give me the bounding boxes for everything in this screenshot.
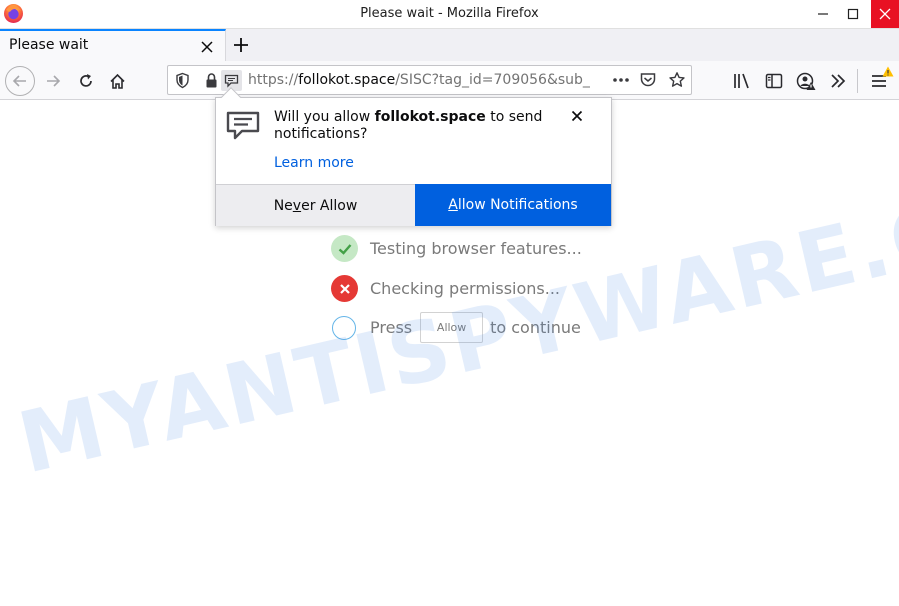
allow-label-post: llow Notifications <box>457 197 578 213</box>
shield-icon[interactable] <box>174 72 191 89</box>
notification-permission-popup: Will you allow follokot.space to send no… <box>215 87 612 226</box>
maximize-icon <box>847 8 859 20</box>
never-allow-button[interactable]: Ne v er Allow <box>216 184 415 226</box>
toolbar-divider <box>857 69 858 93</box>
reload-button[interactable] <box>71 66 101 96</box>
pocket-icon[interactable] <box>639 71 657 89</box>
library-icon[interactable] <box>732 71 752 91</box>
forward-button[interactable] <box>38 66 68 96</box>
check-row-permissions: Checking permissions... <box>331 275 560 302</box>
account-warning-icon[interactable] <box>796 71 816 91</box>
navigation-toolbar: https://follokot.space/SISC?tag_id=70905… <box>0 61 899 100</box>
never-allow-label-pre: Ne <box>273 197 293 214</box>
never-allow-accesskey: v <box>292 197 302 214</box>
success-status <box>331 235 358 262</box>
close-window-button[interactable] <box>871 0 899 28</box>
lock-icon[interactable] <box>203 72 220 89</box>
tab-close-icon[interactable] <box>199 39 215 55</box>
checkmark-icon <box>338 243 351 255</box>
url-text[interactable]: https://follokot.space/SISC?tag_id=70905… <box>248 72 603 88</box>
sidebar-icon[interactable] <box>764 71 784 91</box>
home-button[interactable] <box>102 66 132 96</box>
pending-status <box>332 315 356 340</box>
check-row-press-allow: Press Allow to continue <box>331 312 581 343</box>
back-button[interactable] <box>5 66 35 96</box>
learn-more-link[interactable]: Learn more <box>274 155 354 171</box>
ellipsis-icon[interactable] <box>611 70 631 90</box>
popup-message: Will you allow follokot.space to send no… <box>274 109 564 143</box>
press-text: Press <box>370 318 413 337</box>
speech-bubble-icon <box>226 111 260 140</box>
close-icon <box>879 8 891 20</box>
window-title: Please wait - Mozilla Firefox <box>360 6 539 21</box>
new-tab-icon[interactable] <box>231 35 251 55</box>
fake-allow-button[interactable]: Allow <box>420 312 484 343</box>
tab-title: Please wait <box>9 37 89 53</box>
speech-bubble-icon <box>224 74 239 88</box>
allow-accesskey: A <box>448 197 458 213</box>
error-status <box>331 275 358 302</box>
url-path: /SISC?tag_id=709056&sub_ <box>395 72 590 88</box>
close-icon[interactable] <box>570 109 584 123</box>
reload-icon <box>80 74 92 87</box>
star-icon[interactable] <box>668 71 686 89</box>
popup-site: follokot.space <box>374 109 486 125</box>
check-text: Testing browser features... <box>370 239 582 258</box>
tab-strip: Please wait <box>0 29 899 61</box>
popup-buttons: Ne v er Allow Allow Notifications <box>216 184 611 226</box>
tab-please-wait[interactable]: Please wait <box>0 29 226 61</box>
arrow-right-icon <box>47 75 61 87</box>
never-allow-label-post: er Allow <box>301 197 358 214</box>
home-icon <box>109 73 125 89</box>
url-bar[interactable]: https://follokot.space/SISC?tag_id=70905… <box>167 65 692 95</box>
continue-text: to continue <box>490 318 581 337</box>
minimize-button[interactable] <box>809 0 837 28</box>
minimize-icon <box>818 13 828 15</box>
warning-icon <box>882 66 894 77</box>
window-titlebar: Please wait - Mozilla Firefox <box>0 0 899 29</box>
x-mark-icon <box>339 283 350 294</box>
popup-message-prefix: Will you allow <box>274 109 375 125</box>
url-protocol: https:// <box>248 72 299 88</box>
allow-notifications-button[interactable]: Allow Notifications <box>415 184 611 226</box>
maximize-button[interactable] <box>839 0 867 28</box>
arrow-left-icon <box>12 75 26 87</box>
double-chevron-icon[interactable] <box>828 71 848 91</box>
check-text: Checking permissions... <box>370 279 561 298</box>
url-host: follokot.space <box>298 72 396 88</box>
check-row-browser-features: Testing browser features... <box>331 235 582 262</box>
